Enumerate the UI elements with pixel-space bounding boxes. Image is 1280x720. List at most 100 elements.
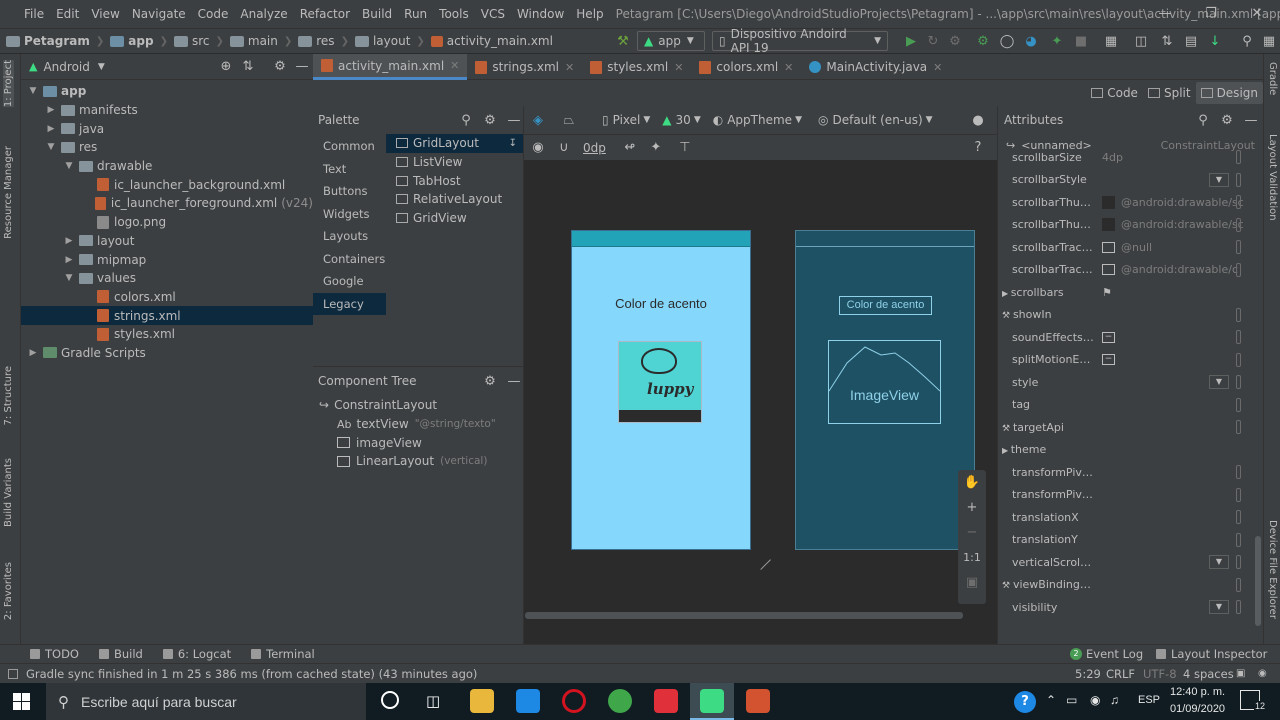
zoom-actual-size-button[interactable]: 1:1 <box>963 545 981 570</box>
palette-category-common[interactable]: Common <box>313 135 386 158</box>
battery-icon[interactable]: ▭ <box>1066 693 1077 707</box>
component-linearlayout[interactable]: LinearLayout (vertical) <box>319 452 523 471</box>
design-preview[interactable]: Color de acento luppy <box>571 230 751 550</box>
palette-category-google[interactable]: Google <box>313 270 386 293</box>
hide-panel-icon[interactable]: — <box>294 59 310 75</box>
resource-picker-icon[interactable] <box>1236 555 1241 570</box>
tool-todo[interactable]: TODO <box>0 647 89 661</box>
zoom-out-button[interactable]: − <box>967 520 978 545</box>
resource-picker-icon[interactable] <box>1236 352 1241 367</box>
mode-split-button[interactable]: Split <box>1143 82 1196 104</box>
attribute-row[interactable]: tag <box>998 394 1263 417</box>
breadcrumb-res[interactable]: res ❯ <box>292 34 349 48</box>
chevron-down-icon[interactable]: ▼ <box>1209 600 1229 615</box>
cortana-icon[interactable] <box>381 691 399 709</box>
breadcrumb-file[interactable]: activity_main.xml <box>425 34 553 48</box>
resource-picker-icon[interactable] <box>1236 195 1241 210</box>
zoom-in-button[interactable]: + <box>967 495 978 520</box>
input-language[interactable]: ESP <box>1138 694 1160 706</box>
attach-process-icon[interactable]: ✦ <box>1049 33 1065 49</box>
device-select[interactable]: ▯ Dispositivo Andoird API 19 ▼ <box>712 27 888 55</box>
attribute-row[interactable]: soundEffectsEn...− <box>998 326 1263 349</box>
menu-edit[interactable]: Edit <box>50 7 85 21</box>
tab-colors[interactable]: colors.xml ✕ <box>691 54 801 80</box>
collapse-arrow-icon[interactable]: ▶ <box>63 236 75 246</box>
orientation-icon[interactable]: ⏢ <box>561 112 577 128</box>
hide-panel-icon[interactable]: — <box>506 112 522 128</box>
file-encoding[interactable]: UTF-8 <box>1143 667 1177 681</box>
tree-item[interactable]: ▶ manifests <box>21 101 313 120</box>
infer-constraints-icon[interactable]: ✦ <box>648 140 664 156</box>
line-separator[interactable]: CRLF <box>1106 667 1135 681</box>
resource-picker-icon[interactable] <box>1236 577 1241 592</box>
attribute-row[interactable]: scrollbarStyle ▼ <box>998 169 1263 192</box>
expand-arrow-icon[interactable]: ▼ <box>63 273 75 283</box>
collapse-all-icon[interactable]: ⇅ <box>240 59 256 75</box>
attribute-row[interactable]: transformPivotX <box>998 461 1263 484</box>
toggle-icon[interactable]: − <box>1102 354 1115 366</box>
canvas-horizontal-scrollbar[interactable] <box>525 612 963 619</box>
attribute-row[interactable]: transformPivotY <box>998 484 1263 507</box>
project-structure-icon[interactable]: ▦ <box>1103 33 1119 49</box>
attribute-row[interactable]: ⚒ viewBindingIg... <box>998 574 1263 597</box>
collapse-arrow-icon[interactable]: ▶ <box>45 124 57 134</box>
menu-code[interactable]: Code <box>192 7 235 21</box>
chevron-down-icon[interactable]: ▼ <box>1209 172 1229 187</box>
resource-picker-icon[interactable] <box>1236 532 1241 547</box>
close-tab-icon[interactable]: ✕ <box>674 61 683 74</box>
api-level-select[interactable]: ▲ 30 ▼ <box>662 113 700 127</box>
powerpoint-icon[interactable] <box>746 689 770 713</box>
chevron-down-icon[interactable]: ▼ <box>98 62 105 72</box>
tool-resource-manager[interactable]: Resource Manager <box>3 146 14 239</box>
eye-icon[interactable]: ◉ <box>530 140 546 156</box>
tree-item[interactable]: ▶ mipmap <box>21 250 313 269</box>
taskbar-search[interactable]: ⚲ Escribe aquí para buscar <box>46 683 366 720</box>
tab-main-activity[interactable]: MainActivity.java ✕ <box>801 54 950 80</box>
color-swatch[interactable] <box>1102 218 1115 232</box>
tool-event-log[interactable]: 2 Event Log <box>1060 647 1153 661</box>
attribute-row[interactable]: style ▼ <box>998 371 1263 394</box>
avd-manager-icon[interactable]: ▤ <box>1183 33 1199 49</box>
apply-changes-icon[interactable]: ⚙ <box>947 33 963 49</box>
tree-item[interactable]: ic_launcher_foreground.xml (v24) <box>21 194 313 213</box>
attributes-scrollbar[interactable] <box>1255 536 1261 626</box>
menu-build[interactable]: Build <box>356 7 398 21</box>
search-icon[interactable]: ⚲ <box>1239 33 1255 49</box>
palette-item-tabhost[interactable]: TabHost <box>386 171 523 190</box>
breadcrumb-layout[interactable]: layout ❯ <box>349 34 425 48</box>
menu-view[interactable]: View <box>85 7 125 21</box>
palette-category-containers[interactable]: Containers <box>313 248 386 271</box>
resource-picker-icon[interactable] <box>1236 487 1241 502</box>
resource-picker-icon[interactable] <box>1236 600 1241 615</box>
close-tab-icon[interactable]: ✕ <box>450 59 459 72</box>
mode-code-button[interactable]: Code <box>1086 82 1143 104</box>
expand-arrow-icon[interactable]: ▼ <box>45 142 57 152</box>
debug-icon[interactable]: ⚙ <box>975 33 991 49</box>
tab-styles[interactable]: styles.xml ✕ <box>582 54 691 80</box>
expand-arrow-icon[interactable]: ▶ <box>1002 446 1011 455</box>
resource-picker-icon[interactable] <box>1236 510 1241 525</box>
locale-select[interactable]: ◎ Default (en-us) ▼ <box>818 113 933 127</box>
attribute-row[interactable]: verticalScrollbar... ▼ <box>998 551 1263 574</box>
menu-vcs[interactable]: VCS <box>475 7 511 21</box>
tool-build[interactable]: Build <box>89 647 153 661</box>
gear-icon[interactable]: ⚙ <box>272 59 288 75</box>
mail-icon[interactable] <box>516 689 540 713</box>
attribute-row[interactable]: ⚒ showIn <box>998 304 1263 327</box>
close-tab-icon[interactable]: ✕ <box>565 61 574 74</box>
resource-picker-icon[interactable] <box>1236 240 1241 255</box>
tree-item[interactable]: strings.xml <box>21 306 313 325</box>
blueprint-textview[interactable]: Color de acento <box>839 296 932 315</box>
palette-category-widgets[interactable]: Widgets <box>313 203 386 226</box>
breadcrumb-src[interactable]: src ❯ <box>168 34 224 48</box>
preview-textview[interactable]: Color de acento <box>572 296 750 311</box>
inspector-status-icon[interactable]: ◉ <box>1258 668 1267 679</box>
hide-panel-icon[interactable]: — <box>506 373 522 389</box>
download-icon[interactable]: ↧ <box>509 138 517 149</box>
sync-icon[interactable]: ◫ <box>1133 33 1149 49</box>
opera-icon[interactable] <box>562 689 586 713</box>
palette-category-buttons[interactable]: Buttons <box>313 180 386 203</box>
attribute-row[interactable]: scrollbarSize 4dp <box>998 146 1263 169</box>
collapse-arrow-icon[interactable]: ▶ <box>63 255 75 265</box>
maximize-icon[interactable]: ❐ <box>1188 0 1234 28</box>
